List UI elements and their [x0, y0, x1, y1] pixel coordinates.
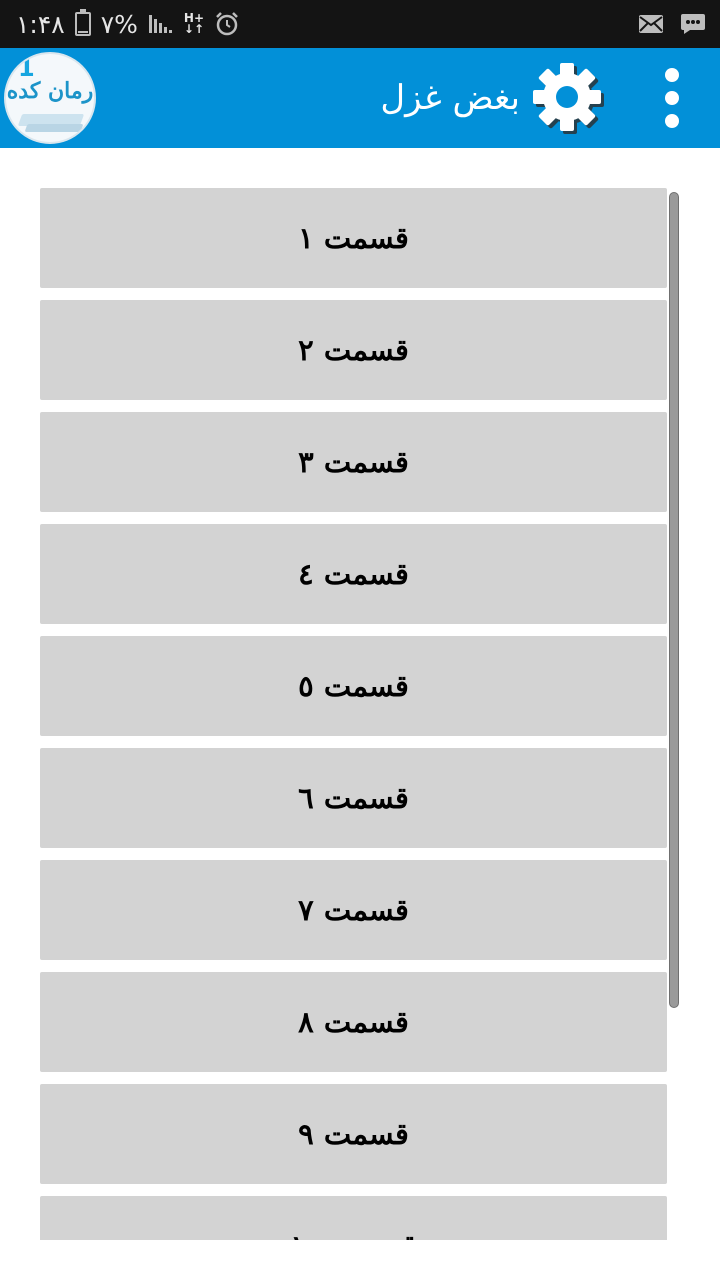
message-icon	[639, 15, 663, 33]
network-hplus-icon: H+ ↓↑	[183, 11, 205, 36]
list-item[interactable]: قسمت ٤	[40, 524, 667, 624]
app-logo[interactable]: 1 رمان کده	[4, 52, 96, 144]
list-item[interactable]: قسمت ۳	[40, 412, 667, 512]
scrollbar[interactable]	[669, 192, 679, 1008]
list-item-label: قسمت ٤	[298, 557, 409, 591]
list-item-label: قسمت ۷	[298, 893, 409, 927]
list-item[interactable]: قسمت ۹	[40, 1084, 667, 1184]
list-item-label: قسمت ۲	[298, 333, 409, 367]
list-item[interactable]: قسمت ٥	[40, 636, 667, 736]
list-item[interactable]: قسمت ۲	[40, 300, 667, 400]
signal-icon	[148, 15, 172, 33]
overflow-menu-button[interactable]	[650, 60, 694, 136]
status-time: ۱:۴۸	[16, 9, 65, 39]
list-item-label: قسمت ٦	[298, 781, 409, 815]
list-item-label: قسمت ۹	[298, 1117, 409, 1151]
status-left: ۱:۴۸ ۷% H+ ↓↑	[16, 0, 240, 48]
list-item[interactable]: قسمت ۱	[40, 188, 667, 288]
list-item-label: قسمت ۳	[298, 445, 409, 479]
book-stack-icon	[24, 124, 84, 132]
list-item[interactable]: قسمت ۱۰	[40, 1196, 667, 1240]
logo-text: رمان کده	[6, 78, 94, 104]
status-bar: ۱:۴۸ ۷% H+ ↓↑	[0, 0, 720, 48]
battery-percent: ۷%	[100, 9, 138, 39]
list-item[interactable]: قسمت ۷	[40, 860, 667, 960]
alarm-icon	[216, 12, 238, 36]
settings-gear-icon	[533, 63, 604, 134]
list-item-label: قسمت ۸	[298, 1005, 409, 1039]
battery-charging-icon	[74, 9, 91, 36]
settings-button[interactable]	[530, 60, 608, 138]
chat-icon	[681, 14, 705, 34]
list-item[interactable]: قسمت ٦	[40, 748, 667, 848]
chapter-list[interactable]: قسمت ۱ قسمت ۲ قسمت ۳ قسمت ٤ قسمت ٥ قسمت …	[40, 188, 667, 1240]
app-title: بغض غزل	[380, 78, 520, 118]
list-item[interactable]: قسمت ۸	[40, 972, 667, 1072]
app-bar: 1 رمان کده بغض غزل	[0, 48, 720, 148]
list-item-label: قسمت ۱۰	[290, 1229, 416, 1240]
list-item-label: قسمت ۱	[298, 221, 409, 255]
list-item-label: قسمت ٥	[298, 669, 409, 703]
status-right	[638, 0, 706, 48]
